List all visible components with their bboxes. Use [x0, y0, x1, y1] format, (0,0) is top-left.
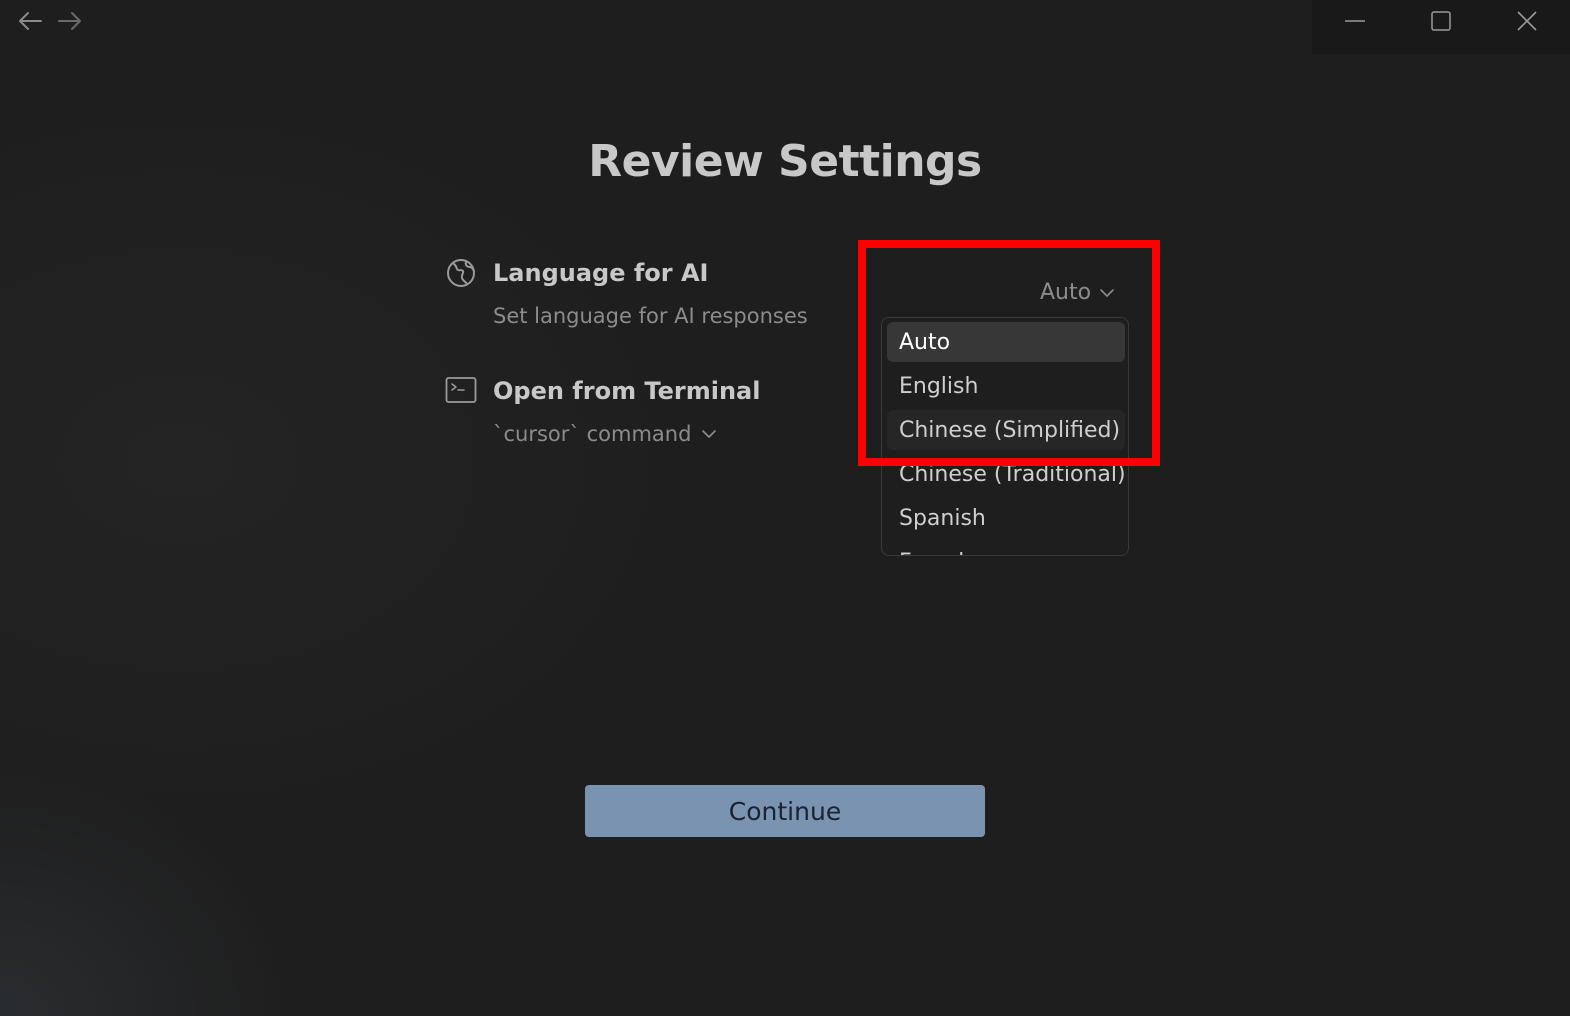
minimize-button[interactable] [1312, 0, 1398, 42]
globe-icon [445, 257, 477, 289]
terminal-command-value: `cursor` command [493, 422, 692, 446]
language-option[interactable]: French [887, 542, 1125, 556]
chevron-down-icon [702, 430, 717, 438]
page-title: Review Settings [588, 136, 982, 187]
arrow-right-icon [58, 12, 81, 30]
arrow-left-icon [19, 12, 42, 30]
close-icon [1517, 11, 1537, 31]
language-option[interactable]: Spanish [887, 498, 1125, 538]
language-option[interactable]: Auto [887, 322, 1125, 362]
title-bar [0, 0, 1570, 54]
language-setting-title: Language for AI [493, 259, 709, 287]
terminal-setting-title: Open from Terminal [493, 377, 761, 405]
terminal-icon [445, 376, 477, 404]
language-setting-description: Set language for AI responses [493, 304, 808, 328]
language-option[interactable]: Chinese (Traditional) [887, 454, 1126, 494]
maximize-button[interactable] [1398, 0, 1484, 42]
forward-button[interactable] [55, 6, 85, 36]
language-select[interactable]: Auto [1040, 280, 1115, 305]
language-option[interactable]: English [887, 366, 1125, 406]
minimize-icon [1345, 20, 1365, 22]
chevron-down-icon [1100, 288, 1114, 297]
language-select-value: Auto [1040, 280, 1092, 305]
continue-button[interactable]: Continue [585, 785, 985, 837]
close-button[interactable] [1484, 0, 1570, 42]
back-button[interactable] [15, 6, 45, 36]
window-controls [1312, 0, 1570, 54]
language-dropdown-menu: Auto English Chinese (Simplified) Chines… [881, 317, 1129, 556]
maximize-icon [1431, 11, 1451, 31]
terminal-command-select[interactable]: `cursor` command [493, 422, 717, 446]
language-option[interactable]: Chinese (Simplified) [887, 410, 1125, 450]
